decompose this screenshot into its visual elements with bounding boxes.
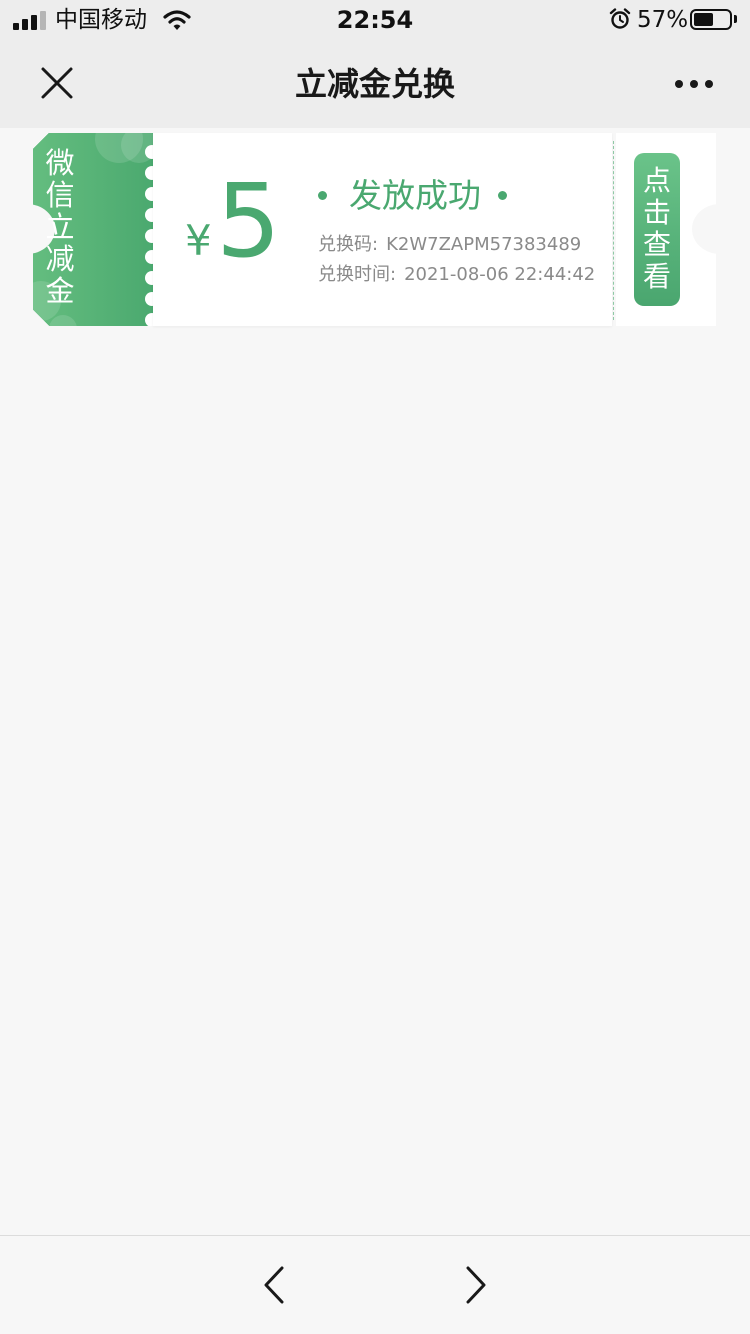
view-coupon-button[interactable]: 点击查看	[634, 153, 680, 306]
status-bar: 中国移动 22:54 57%	[0, 0, 750, 40]
status-time: 22:54	[336, 6, 414, 34]
battery-icon	[690, 9, 732, 30]
coupon-body: ¥ 5 发放成功 兑换码: K2W7ZAPM57383489 兑换时间: 2021-…	[153, 133, 612, 326]
wifi-icon	[163, 10, 191, 30]
chevron-left-icon[interactable]	[253, 1264, 295, 1306]
ticket-perforation	[145, 229, 153, 243]
alarm-icon	[609, 8, 631, 29]
ticket-corner	[33, 310, 49, 326]
status-dot	[498, 191, 507, 200]
more-icon[interactable]	[666, 63, 722, 103]
page-title: 立减金兑换	[294, 65, 455, 103]
coupon-amount: 5	[216, 162, 281, 281]
currency-symbol: ¥	[185, 216, 212, 265]
ticket-perforation	[145, 208, 153, 222]
battery-percentage: 57%	[637, 7, 689, 33]
redeem-code-value: K2W7ZAPM57383489	[386, 234, 582, 255]
coupon-brand-label: 微信立减金	[45, 146, 75, 308]
redeem-time-label: 兑换时间:	[318, 264, 397, 285]
coupon-divider	[613, 141, 614, 320]
redeem-time-row: 兑换时间: 2021-08-06 22:44:42	[318, 263, 595, 287]
redeem-code-row: 兑换码: K2W7ZAPM57383489	[318, 233, 581, 257]
ticket-perforation	[145, 292, 153, 306]
signal-icon	[13, 10, 47, 30]
redeem-time-value: 2021-08-06 22:44:42	[404, 264, 596, 285]
ticket-perforation	[145, 313, 153, 326]
battery-cap	[734, 15, 737, 23]
ticket-notch	[692, 204, 716, 254]
ticket-perforation	[145, 166, 153, 180]
bottom-toolbar	[0, 1235, 750, 1334]
ticket-perforation	[145, 187, 153, 201]
ticket-perforation	[145, 145, 153, 159]
ticket-perforation	[145, 271, 153, 285]
nav-bar: 立减金兑换	[0, 40, 750, 128]
view-coupon-button-label: 点击查看	[642, 164, 671, 293]
chevron-right-icon[interactable]	[455, 1264, 497, 1306]
ticket-perforation	[145, 250, 153, 264]
issue-status: 发放成功	[349, 176, 481, 215]
battery-level-fill	[694, 13, 713, 26]
close-icon[interactable]	[28, 54, 86, 112]
redeem-code-label: 兑换码:	[318, 234, 379, 255]
carrier-name: 中国移动	[55, 7, 147, 33]
